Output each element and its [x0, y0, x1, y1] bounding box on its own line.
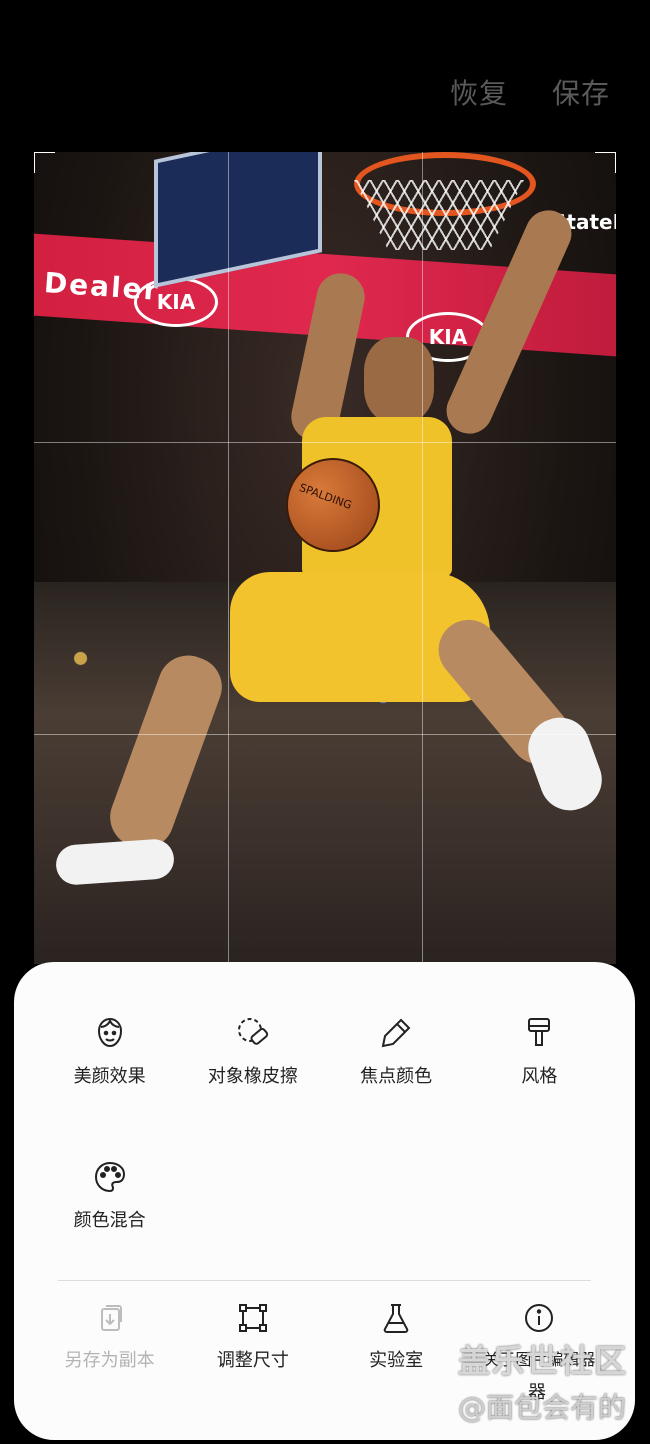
crop-corner-handle[interactable]	[595, 152, 616, 173]
crop-grid-line	[228, 152, 229, 964]
undo-button[interactable]: 恢复	[450, 72, 508, 112]
save-button[interactable]: 保存	[552, 72, 610, 112]
flask-icon	[383, 1304, 409, 1333]
save-as-copy-button[interactable]: 另存为副本	[38, 1302, 181, 1372]
photo-canvas[interactable]: Dealer KIA KIA StateFa SPALDING	[34, 152, 616, 964]
resize-label: 调整尺寸	[216, 1350, 289, 1371]
eraser-icon	[237, 1018, 268, 1045]
lab-label: 实验室	[369, 1350, 424, 1371]
object-eraser-button[interactable]: 对象橡皮擦	[181, 1016, 324, 1088]
color-blend-button[interactable]: 颜色混合	[38, 1160, 181, 1232]
palette-icon	[94, 1161, 125, 1193]
brush-icon	[528, 1018, 551, 1046]
community-watermark: 盖乐世社区	[458, 1342, 629, 1380]
resize-icon	[238, 1304, 267, 1332]
copy-icon	[100, 1305, 122, 1331]
top-actions: 恢复 保存	[450, 72, 610, 112]
face-icon	[97, 1017, 122, 1048]
focus-color-button[interactable]: 焦点颜色	[325, 1016, 468, 1088]
beauty-effect-label: 美颜效果	[73, 1066, 146, 1087]
resize-button[interactable]: 调整尺寸	[181, 1302, 324, 1372]
dropper-icon	[381, 1018, 411, 1048]
beauty-effect-button[interactable]: 美颜效果	[38, 1016, 181, 1088]
crop-grid-line	[422, 152, 423, 964]
player-head	[364, 337, 434, 423]
color-blend-label: 颜色混合	[73, 1210, 146, 1231]
section-divider	[58, 1280, 591, 1281]
crop-corner-handle[interactable]	[34, 152, 55, 173]
crop-grid-line	[34, 734, 616, 735]
object-eraser-label: 对象橡皮擦	[207, 1066, 298, 1087]
crop-grid-line	[34, 442, 616, 443]
kia-logo: KIA	[134, 277, 218, 327]
save-as-copy-label: 另存为副本	[64, 1350, 155, 1371]
focus-color-label: 焦点颜色	[360, 1066, 433, 1087]
basketball-net	[354, 180, 524, 250]
player-left-shoe	[54, 837, 176, 887]
tools-grid: 美颜效果 对象橡皮擦 焦点颜色 风格 颜色混合	[38, 1016, 611, 1232]
author-watermark: @面包会有的	[458, 1391, 627, 1424]
style-label: 风格	[521, 1066, 558, 1087]
basketball: SPALDING	[286, 458, 380, 552]
info-icon	[525, 1304, 554, 1332]
lab-button[interactable]: 实验室	[325, 1302, 468, 1372]
style-button[interactable]: 风格	[468, 1016, 611, 1088]
